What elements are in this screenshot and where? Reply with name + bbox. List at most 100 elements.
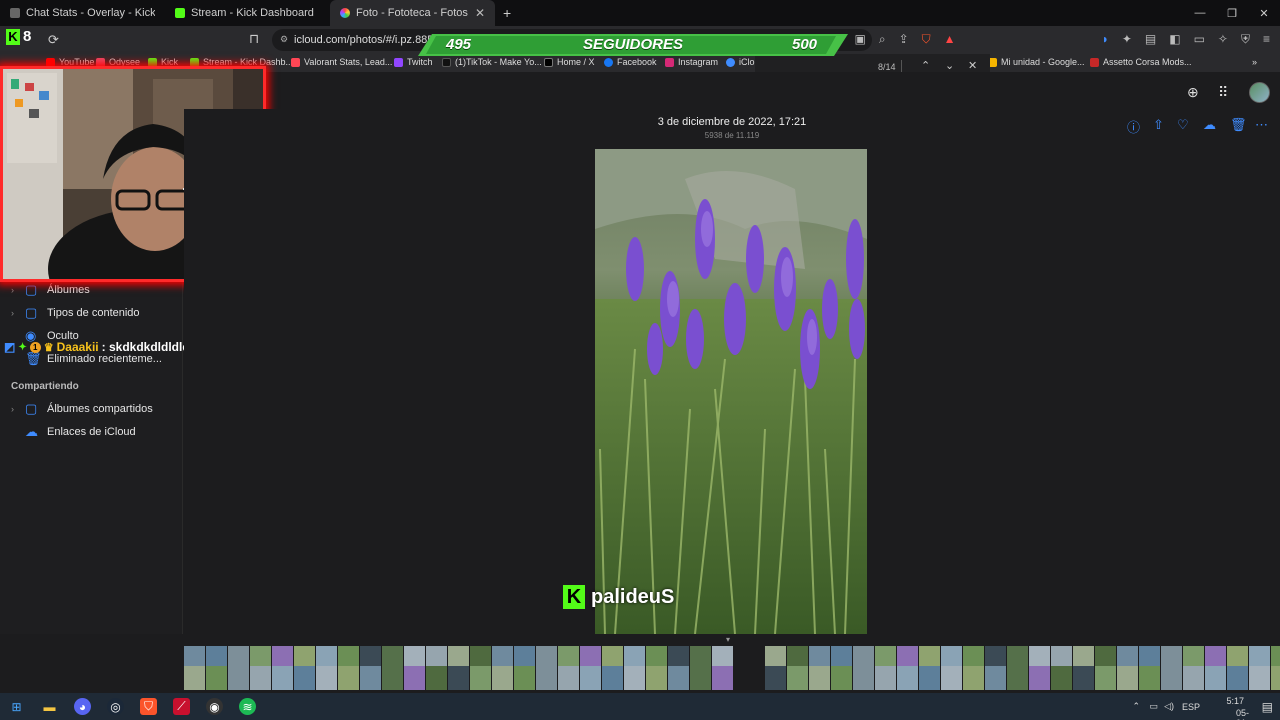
tray-overflow-icon[interactable]: ⌃ bbox=[1132, 701, 1140, 712]
chevron-right-icon[interactable]: › bbox=[11, 404, 25, 414]
tab-chat-stats[interactable]: Chat Stats - Overlay - KickTools bbox=[0, 0, 165, 26]
filmstrip-thumbnail[interactable] bbox=[360, 646, 381, 690]
sidebar-item-content-types[interactable]: › ▢ Tipos de contenido bbox=[11, 305, 140, 321]
share-icon[interactable]: ⇪ bbox=[899, 32, 909, 47]
bookmark-x[interactable]: Home / X bbox=[544, 57, 595, 67]
zoom-icon[interactable]: ⌕ bbox=[879, 32, 886, 47]
app-grid-icon[interactable]: ⠿ bbox=[1218, 84, 1228, 101]
bookmark-icon[interactable]: ⊓ bbox=[249, 31, 259, 47]
filmstrip-thumbnail[interactable] bbox=[470, 646, 491, 690]
filmstrip-thumbnail[interactable] bbox=[580, 646, 601, 690]
filmstrip-thumbnail[interactable] bbox=[272, 646, 293, 690]
filmstrip-thumbnail[interactable] bbox=[734, 646, 764, 690]
filmstrip-thumbnail[interactable] bbox=[919, 646, 940, 690]
bookmark-instagram[interactable]: Instagram bbox=[665, 57, 718, 67]
filmstrip-thumbnail[interactable] bbox=[1205, 646, 1226, 690]
filmstrip-thumbnail[interactable] bbox=[228, 646, 249, 690]
main-photo[interactable] bbox=[595, 149, 867, 634]
avatar[interactable] bbox=[1249, 82, 1270, 103]
filmstrip-thumbnail[interactable] bbox=[1095, 646, 1116, 690]
bookmark-assetto-corsa[interactable]: Assetto Corsa Mods... bbox=[1090, 57, 1192, 67]
filmstrip-thumbnail[interactable] bbox=[1073, 646, 1094, 690]
add-icon[interactable]: ⊕ bbox=[1187, 84, 1199, 101]
close-tab-icon[interactable]: ✕ bbox=[475, 6, 485, 20]
filmstrip-thumbnail[interactable] bbox=[338, 646, 359, 690]
close-window-icon[interactable]: ✕ bbox=[1248, 0, 1280, 26]
find-next-icon[interactable]: ⌄ bbox=[945, 59, 954, 72]
bookmark-google-drive[interactable]: Mi unidad - Google... bbox=[988, 57, 1085, 67]
bookmark-twitch[interactable]: Twitch bbox=[394, 57, 433, 67]
filmstrip-thumbnail[interactable] bbox=[536, 646, 557, 690]
sidebar-item-icloud-links[interactable]: ☁ Enlaces de iCloud bbox=[11, 424, 136, 440]
find-previous-icon[interactable]: ⌃ bbox=[921, 59, 930, 72]
sidebar-item-shared-albums[interactable]: › ▢ Álbumes compartidos bbox=[11, 401, 153, 417]
filmstrip-thumbnail[interactable] bbox=[448, 646, 469, 690]
filmstrip-thumbnail[interactable] bbox=[404, 646, 425, 690]
filmstrip-thumbnail[interactable] bbox=[853, 646, 874, 690]
delete-icon[interactable]: 🗑 bbox=[1230, 117, 1247, 133]
filmstrip-thumbnail[interactable] bbox=[985, 646, 1006, 690]
chevron-right-icon[interactable]: › bbox=[11, 285, 25, 295]
reader-mode-icon[interactable]: ▣ bbox=[855, 32, 866, 47]
clock-time[interactable]: 5:17 bbox=[1226, 696, 1244, 706]
download-icon[interactable]: ☁ bbox=[1203, 117, 1216, 133]
obs-icon[interactable]: ◉ bbox=[206, 698, 223, 715]
filmstrip-thumbnail[interactable] bbox=[316, 646, 337, 690]
bookmark-icloud[interactable]: iClo bbox=[726, 57, 755, 67]
filmstrip-thumbnail[interactable] bbox=[1227, 646, 1248, 690]
language-indicator[interactable]: ESP bbox=[1182, 702, 1200, 712]
filmstrip-thumbnail[interactable] bbox=[602, 646, 623, 690]
file-explorer-icon[interactable]: ▬ bbox=[41, 698, 58, 715]
brave-rewards-icon[interactable]: ▲ bbox=[944, 32, 956, 47]
discord-icon[interactable]: ◕ bbox=[74, 698, 91, 715]
bookmark-valorant[interactable]: Valorant Stats, Lead... bbox=[291, 57, 392, 67]
favorite-heart-icon[interactable]: ♡ bbox=[1177, 117, 1189, 133]
filmstrip-thumbnail[interactable] bbox=[426, 646, 447, 690]
filmstrip-thumbnail[interactable] bbox=[1271, 646, 1280, 690]
filmstrip-thumbnail[interactable] bbox=[765, 646, 786, 690]
filmstrip-thumbnail[interactable] bbox=[668, 646, 689, 690]
spotify-icon[interactable]: ≋ bbox=[239, 698, 256, 715]
filmstrip-thumbnail[interactable] bbox=[1183, 646, 1204, 690]
filmstrip-thumbnail[interactable] bbox=[831, 646, 852, 690]
filmstrip-thumbnail[interactable] bbox=[1007, 646, 1028, 690]
filmstrip-thumbnail[interactable] bbox=[809, 646, 830, 690]
clock-date[interactable]: 05-01-2026 bbox=[1236, 708, 1256, 720]
filmstrip-thumbnail[interactable] bbox=[1117, 646, 1138, 690]
windows-start-icon[interactable]: ⊞ bbox=[8, 698, 25, 715]
bookmark-facebook[interactable]: Facebook bbox=[604, 57, 657, 67]
wallet-card-icon[interactable]: ▭ bbox=[1194, 32, 1205, 47]
filmstrip-thumbnail[interactable] bbox=[963, 646, 984, 690]
notifications-icon[interactable]: ▤ bbox=[1262, 700, 1273, 714]
site-info-icon[interactable]: ⚙ bbox=[280, 34, 288, 45]
sidebar-item-albums[interactable]: › ▢ Álbumes bbox=[11, 282, 90, 298]
filmstrip-thumbnail[interactable] bbox=[690, 646, 711, 690]
wallet-icon[interactable]: ▤ bbox=[1145, 32, 1156, 47]
more-bookmarks-icon[interactable]: » bbox=[1252, 57, 1257, 67]
tab-kick-dashboard[interactable]: Stream - Kick Dashboard bbox=[165, 0, 330, 26]
filmstrip-thumbnail[interactable] bbox=[941, 646, 962, 690]
minimize-icon[interactable]: — bbox=[1184, 0, 1216, 26]
leo-ai-icon[interactable]: ✧ bbox=[1218, 32, 1228, 47]
restore-icon[interactable]: ❐ bbox=[1216, 0, 1248, 26]
filmstrip-thumbnail[interactable] bbox=[787, 646, 808, 690]
cast-icon[interactable]: ◗ bbox=[1102, 32, 1109, 47]
filmstrip-thumbnail[interactable] bbox=[250, 646, 271, 690]
filmstrip-thumbnail[interactable] bbox=[294, 646, 315, 690]
network-icon[interactable]: ▭ bbox=[1149, 701, 1158, 712]
share-photo-icon[interactable]: ⇧ bbox=[1153, 117, 1164, 133]
filmstrip-thumbnail[interactable] bbox=[514, 646, 535, 690]
volume-icon[interactable]: ◁) bbox=[1164, 701, 1174, 712]
brave-shield-icon[interactable]: ⛉ bbox=[922, 32, 931, 47]
menu-icon[interactable]: ≡ bbox=[1263, 32, 1270, 47]
vpn-shield-icon[interactable]: ⛨ bbox=[1241, 32, 1250, 47]
filmstrip-thumbnail[interactable] bbox=[206, 646, 227, 690]
filmstrip-thumbnail[interactable] bbox=[1139, 646, 1160, 690]
steam-icon[interactable]: ◎ bbox=[107, 698, 124, 715]
brave-browser-icon[interactable]: ⛉ bbox=[140, 698, 157, 715]
reload-icon[interactable]: ⟳ bbox=[48, 32, 59, 48]
more-options-icon[interactable]: ⋯ bbox=[1255, 117, 1268, 133]
filmstrip-thumbnail[interactable] bbox=[1249, 646, 1270, 690]
new-tab-icon[interactable]: + bbox=[503, 5, 511, 21]
extensions-icon[interactable]: ✦ bbox=[1122, 32, 1132, 47]
